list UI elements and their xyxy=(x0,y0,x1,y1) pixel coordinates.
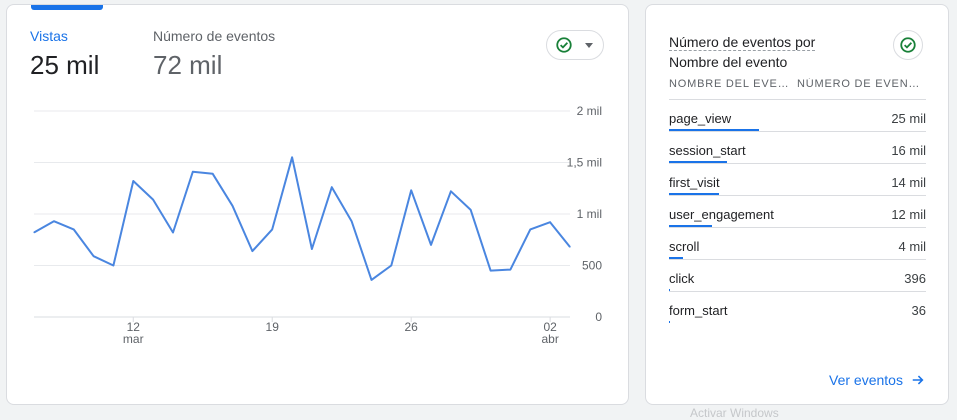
event-name: form_start xyxy=(669,303,728,318)
data-point xyxy=(390,264,392,267)
event-count: 4 mil xyxy=(898,239,926,254)
data-point xyxy=(73,228,75,231)
table-row[interactable]: user_engagement 12 mil xyxy=(669,197,926,229)
x-tick-label: 26 xyxy=(405,320,419,334)
y-tick-label: 1,5 mil xyxy=(567,156,602,170)
event-count: 14 mil xyxy=(891,175,926,190)
card-title: Número de eventos por Nombre del evento xyxy=(669,32,859,72)
table-divider xyxy=(669,99,926,100)
y-tick-label: 0 xyxy=(595,310,602,324)
check-circle-icon xyxy=(900,37,916,53)
view-events-link[interactable]: Ver eventos xyxy=(829,372,925,388)
share-bar xyxy=(669,129,759,131)
data-point xyxy=(450,190,452,192)
data-point xyxy=(509,269,512,271)
event-name: page_view xyxy=(669,111,732,126)
data-point xyxy=(33,231,35,234)
data-point xyxy=(251,250,253,252)
row-divider xyxy=(669,195,926,196)
data-point xyxy=(370,279,373,281)
view-events-label: Ver eventos xyxy=(829,372,903,388)
event-count: 16 mil xyxy=(891,143,926,158)
share-bar xyxy=(669,321,670,323)
table-row[interactable]: session_start 16 mil xyxy=(669,133,926,165)
data-point xyxy=(271,228,273,231)
y-tick-label: 1 mil xyxy=(577,207,602,221)
row-divider xyxy=(669,163,926,164)
event-name: session_start xyxy=(669,143,746,158)
share-bar xyxy=(669,225,712,227)
row-divider xyxy=(669,227,926,228)
line-chart: 2 mil1,5 mil1 mil500012mar19 26 02abr xyxy=(33,104,602,346)
column-header-event-name[interactable]: NOMBRE DEL EVE… xyxy=(669,78,793,90)
data-point xyxy=(470,209,472,211)
data-point xyxy=(529,228,531,231)
event-name: click xyxy=(669,271,695,286)
data-point xyxy=(291,156,293,158)
arrow-right-icon xyxy=(912,375,924,385)
table-row[interactable]: first_visit 14 mil xyxy=(669,165,926,197)
data-point xyxy=(489,270,492,272)
main-chart-card: Vistas 25 mil Número de eventos 72 mil 2… xyxy=(6,4,629,405)
share-bar xyxy=(669,161,727,163)
y-tick-label: 2 mil xyxy=(577,104,602,118)
card-title-line2: Nombre del evento xyxy=(669,54,788,70)
event-count: 12 mil xyxy=(891,207,926,222)
table-row[interactable]: scroll 4 mil xyxy=(669,229,926,261)
table-row[interactable]: form_start 36 xyxy=(669,293,926,325)
y-tick-label: 500 xyxy=(582,259,602,273)
data-point xyxy=(430,244,432,246)
data-point xyxy=(192,171,194,173)
compare-status-button[interactable] xyxy=(893,30,923,60)
data-point xyxy=(112,264,115,267)
series-line xyxy=(33,156,571,281)
card-title-line1[interactable]: Número de eventos por xyxy=(669,34,816,51)
data-point xyxy=(152,198,154,201)
x-tick-label: 19 xyxy=(266,320,280,334)
column-header-event-count[interactable]: NÚMERO DE EVEN… xyxy=(797,78,926,90)
data-point xyxy=(172,231,174,234)
data-point xyxy=(410,189,412,191)
data-point xyxy=(53,220,55,222)
event-count: 396 xyxy=(904,271,926,286)
data-point xyxy=(549,221,551,223)
event-name: first_visit xyxy=(669,175,720,190)
event-name: scroll xyxy=(669,239,700,254)
event-count: 36 xyxy=(911,303,926,318)
share-bar xyxy=(669,257,683,259)
data-point xyxy=(311,248,313,250)
row-divider xyxy=(669,291,926,292)
data-point xyxy=(231,205,234,207)
row-divider xyxy=(669,259,926,260)
share-bar xyxy=(669,193,719,195)
data-point xyxy=(212,173,214,175)
row-divider xyxy=(669,131,926,132)
x-tick-sublabel: mar xyxy=(123,332,144,346)
x-tick-sublabel: abr xyxy=(541,332,558,346)
data-point xyxy=(92,255,95,257)
event-count: 25 mil xyxy=(891,111,926,126)
data-point xyxy=(351,220,353,222)
data-point xyxy=(569,246,571,248)
data-point xyxy=(132,180,134,182)
table-row[interactable]: page_view 25 mil xyxy=(669,101,926,133)
watermark-text: Activar Windows xyxy=(690,406,779,420)
data-point xyxy=(331,186,333,188)
share-bar xyxy=(669,289,670,291)
table-row[interactable]: click 396 xyxy=(669,261,926,293)
events-by-name-card: Número de eventos por Nombre del evento … xyxy=(645,4,949,405)
event-name: user_engagement xyxy=(669,207,774,222)
